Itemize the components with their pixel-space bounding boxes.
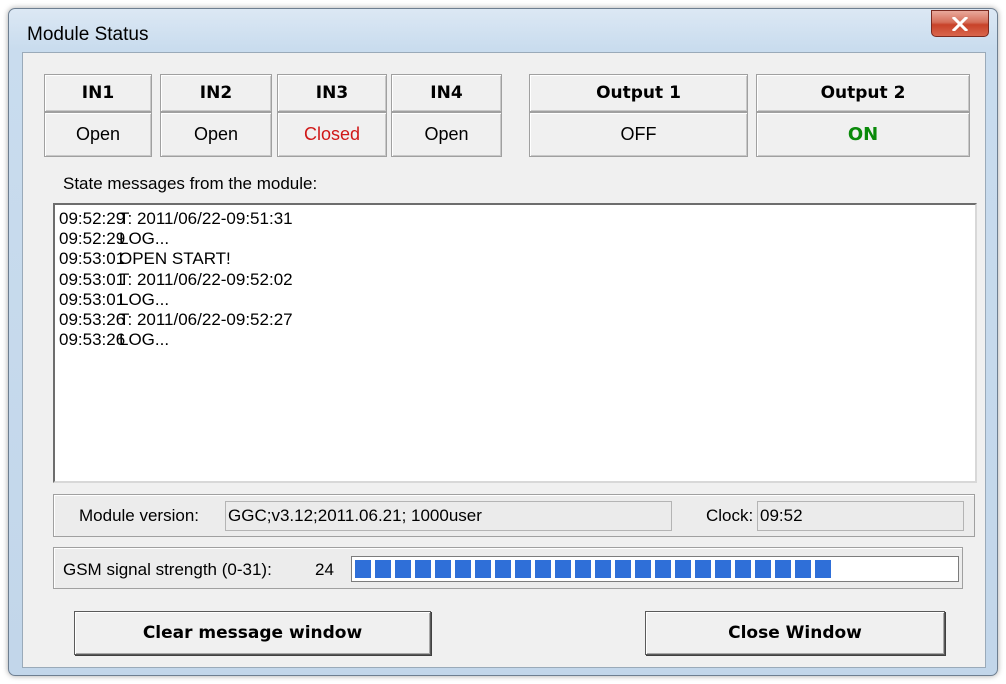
output2-header: Output 2 bbox=[756, 74, 970, 112]
signal-label: GSM signal strength (0-31): bbox=[63, 560, 272, 579]
signal-value: 24 bbox=[315, 560, 334, 579]
signal-segment bbox=[655, 560, 671, 578]
signal-segment bbox=[415, 560, 431, 578]
signal-segment bbox=[755, 560, 771, 578]
signal-segment bbox=[775, 560, 791, 578]
log-text: T: 2011/06/22-09:51:31 bbox=[119, 209, 293, 228]
signal-segment bbox=[515, 560, 531, 578]
signal-segment bbox=[735, 560, 751, 578]
module-version-label: Module version: bbox=[79, 506, 200, 525]
log-line: 09:52:29T: 2011/06/22-09:51:31 bbox=[59, 209, 975, 229]
signal-segment bbox=[435, 560, 451, 578]
close-window-button[interactable]: Close Window bbox=[645, 611, 945, 655]
log-text: OPEN START! bbox=[119, 249, 231, 269]
log-line: 09:53:01T: 2011/06/22-09:52:02 bbox=[59, 270, 975, 290]
log-line: 09:53:26LOG... bbox=[59, 330, 975, 350]
log-text: LOG... bbox=[119, 289, 170, 309]
signal-segment bbox=[375, 560, 391, 578]
log-text: T: 2011/06/22-09:52:27 bbox=[119, 310, 293, 330]
signal-segment bbox=[815, 560, 831, 578]
messages-label: State messages from the module: bbox=[63, 174, 318, 193]
log-line: 09:53:01LOG... bbox=[59, 290, 975, 310]
clear-messages-button[interactable]: Clear message window bbox=[74, 611, 431, 655]
signal-segment bbox=[535, 560, 551, 578]
signal-segment bbox=[595, 560, 611, 578]
log-line: 09:52:29LOG... bbox=[59, 229, 975, 249]
in3-header: IN3 bbox=[277, 74, 387, 112]
signal-segment bbox=[555, 560, 571, 578]
signal-segment bbox=[575, 560, 591, 578]
module-version-field: GGC;v3.12;2011.06.21; 1000user bbox=[225, 501, 672, 531]
log-time: 09:52:29 bbox=[59, 229, 126, 249]
log-text: T: 2011/06/22-09:52:02 bbox=[119, 269, 293, 289]
log-time: 09:53:01 bbox=[59, 289, 126, 309]
signal-segment bbox=[635, 560, 651, 578]
output1-header: Output 1 bbox=[529, 74, 748, 112]
log-time: 09:53:01 bbox=[59, 249, 126, 269]
log-time: 09:53:26 bbox=[59, 330, 126, 350]
title-bar: Module Status bbox=[9, 9, 997, 49]
log-time: 09:53:01 bbox=[59, 269, 126, 289]
signal-segment bbox=[695, 560, 711, 578]
signal-segment bbox=[395, 560, 411, 578]
output2-state: ON bbox=[756, 112, 970, 157]
in4-header: IN4 bbox=[391, 74, 502, 112]
in4-state: Open bbox=[391, 112, 502, 157]
log-text: LOG... bbox=[119, 330, 170, 350]
close-icon bbox=[952, 16, 968, 31]
signal-segment bbox=[615, 560, 631, 578]
log-line: 09:53:01OPEN START! bbox=[59, 249, 975, 269]
signal-strength-bar bbox=[351, 556, 959, 582]
in3-state: Closed bbox=[277, 112, 387, 157]
log-time: 09:53:26 bbox=[59, 310, 126, 330]
in1-state: Open bbox=[44, 112, 152, 157]
window-title: Module Status bbox=[27, 24, 149, 45]
log-time: 09:52:29 bbox=[59, 209, 126, 228]
signal-fill bbox=[355, 560, 835, 578]
in2-header: IN2 bbox=[160, 74, 272, 112]
signal-segment bbox=[475, 560, 491, 578]
in1-header: IN1 bbox=[44, 74, 152, 112]
log-line: 09:53:26T: 2011/06/22-09:52:27 bbox=[59, 310, 975, 330]
signal-segment bbox=[715, 560, 731, 578]
log-text: LOG... bbox=[119, 229, 170, 249]
signal-segment bbox=[455, 560, 471, 578]
signal-segment bbox=[675, 560, 691, 578]
signal-segment bbox=[355, 560, 371, 578]
message-log[interactable]: 09:52:29T: 2011/06/22-09:51:31 09:52:29L… bbox=[53, 203, 977, 483]
signal-segment bbox=[495, 560, 511, 578]
signal-segment bbox=[795, 560, 811, 578]
window-close-button[interactable] bbox=[931, 10, 989, 37]
in2-state: Open bbox=[160, 112, 272, 157]
clock-field: 09:52 bbox=[757, 501, 964, 531]
output1-state: OFF bbox=[529, 112, 748, 157]
clock-label: Clock: bbox=[706, 506, 754, 525]
